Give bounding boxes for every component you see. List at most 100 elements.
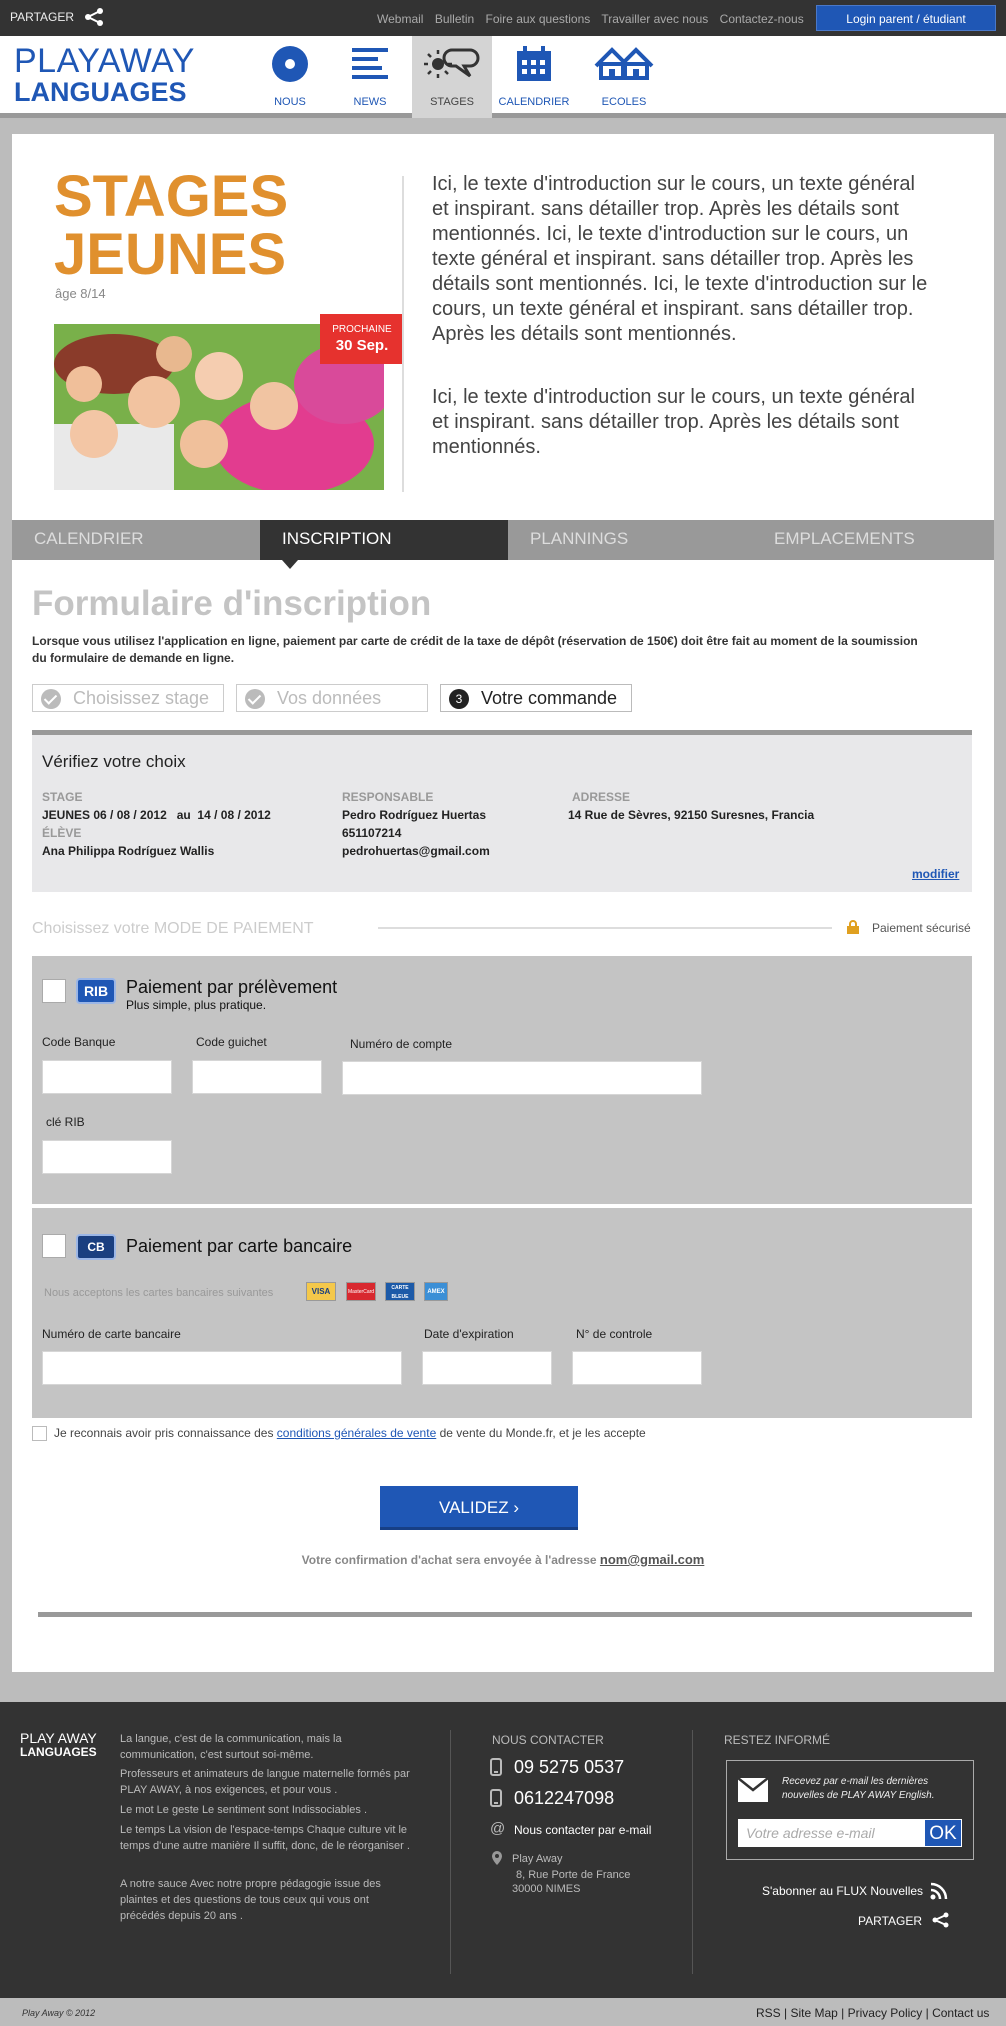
tab-plannings[interactable]: PLANNINGS: [508, 520, 752, 560]
numero-compte-label: Numéro de compte: [350, 1037, 453, 1051]
login-button[interactable]: Login parent / étudiant: [816, 5, 996, 31]
rss-icon[interactable]: [930, 1882, 948, 1900]
newsletter-ok-button[interactable]: OK: [924, 1819, 962, 1847]
footer-paragraph: La langue, c'est de la communication, ma…: [120, 1733, 342, 1761]
step-choose-stage[interactable]: Choisissez stage: [32, 684, 224, 712]
desc-text: Lorsque vous utilisez l'application en l…: [32, 634, 562, 648]
footer-share-link[interactable]: PARTAGER: [858, 1914, 922, 1928]
confirm-email: nom@gmail.com: [599, 1552, 705, 1567]
next-date-badge: PROCHAINE 30 Sep.: [320, 314, 404, 364]
step-label: Vos données: [277, 688, 382, 708]
info-title: RESTEZ INFORMÉ: [724, 1733, 831, 1747]
cb-logo: CB: [76, 1234, 116, 1260]
circle-dot-icon: [272, 46, 308, 82]
carte-bleue-icon: CARTE BLEUE: [385, 1282, 415, 1301]
responsable-label: RESPONSABLE: [342, 790, 434, 804]
step-label: Choisissez stage: [73, 688, 210, 708]
lock-icon: [847, 920, 859, 934]
responsable-phone: 651107214: [342, 826, 402, 840]
cgv-link[interactable]: conditions générales de vente: [277, 1426, 436, 1440]
mastercard-icon: MasterCard: [346, 1282, 376, 1301]
newsletter-email-input[interactable]: Votre adresse e-mail: [738, 1819, 924, 1847]
expiry-label: Date d'expiration: [424, 1327, 514, 1341]
footer-logo-line-2: LANGUAGES: [20, 1745, 97, 1759]
footer-logo-line-1: PLAY AWAY: [20, 1730, 97, 1746]
payment-title: Choisissez votre MODE DE PAIEMENT: [32, 920, 314, 937]
nav-calendrier[interactable]: CALENDRIER: [494, 36, 574, 118]
expiry-input[interactable]: [422, 1351, 552, 1385]
step-vos-donnees[interactable]: Vos données: [236, 684, 428, 712]
confirm-text: Votre confirmation d'achat sera envoyée …: [301, 1553, 600, 1567]
modifier-link[interactable]: modifier: [912, 867, 959, 881]
news-lines-icon: [352, 48, 388, 79]
step-votre-commande[interactable]: 3 Votre commande: [440, 684, 632, 712]
footer-paragraph: Le temps La vision de l'espace-temps Cha…: [120, 1824, 410, 1852]
nav-label: ECOLES: [601, 96, 647, 108]
badge-date: 30 Sep.: [335, 337, 389, 354]
rib-checkbox[interactable]: [42, 979, 66, 1003]
link-webmail[interactable]: Webmail: [377, 12, 423, 26]
cgv-after: de vente du Monde.fr, et je les accepte: [436, 1426, 646, 1440]
divider: [378, 927, 832, 929]
share-label: PARTAGER: [10, 10, 75, 24]
nav-label: CALENDRIER: [498, 96, 570, 108]
amex-icon: AMEX: [424, 1282, 448, 1301]
cle-rib-input[interactable]: [42, 1140, 172, 1174]
desc-bold: réservation de 150€): [561, 634, 678, 648]
card-number-input[interactable]: [42, 1351, 402, 1385]
nav-nous[interactable]: NOUS: [250, 36, 330, 118]
numero-compte-input[interactable]: [342, 1061, 702, 1095]
tab-emplacements[interactable]: EMPLACEMENTS: [752, 520, 994, 560]
nav-stages[interactable]: STAGES: [412, 36, 492, 118]
address-street: 8, Rue Porte de France: [516, 1869, 631, 1881]
visa-icon: VISA: [306, 1282, 336, 1301]
responsable-name: Pedro Rodríguez Huertas: [342, 808, 487, 822]
phone-2[interactable]: 0612247098: [514, 1788, 614, 1809]
control-input[interactable]: [572, 1351, 702, 1385]
envelope-icon: [738, 1778, 768, 1802]
cgv-checkbox[interactable]: [32, 1426, 47, 1441]
rib-title: Paiement par prélèvement: [126, 977, 338, 997]
logo-line-2[interactable]: LANGUAGES: [14, 77, 187, 108]
intro-paragraph-2: Ici, le texte d'introduction sur le cour…: [432, 386, 915, 458]
page-title-line-1: STAGES: [54, 164, 289, 229]
contact-title: NOUS CONTACTER: [492, 1733, 604, 1747]
cb-accept-text: Nous acceptons les cartes bancaires suiv…: [44, 1287, 274, 1299]
responsable-email: pedrohuertas@gmail.com: [342, 844, 490, 858]
share-icon[interactable]: [932, 1912, 950, 1928]
nav-label: STAGES: [430, 96, 474, 108]
link-contact[interactable]: Contactez-nous: [720, 12, 804, 26]
phone-1[interactable]: 09 5275 0537: [514, 1757, 624, 1778]
copyright: Play Away © 2012: [22, 2008, 96, 2018]
code-guichet-label: Code guichet: [196, 1035, 267, 1049]
tab-inscription[interactable]: INSCRIPTION: [260, 520, 508, 569]
nav-ecoles[interactable]: ECOLES: [584, 36, 664, 118]
page-title-line-2: JEUNES: [54, 222, 287, 287]
nav-label: NEWS: [353, 96, 387, 108]
tab-calendrier[interactable]: CALENDRIER: [12, 520, 260, 560]
logo-line-1[interactable]: PLAYAWAY: [14, 42, 195, 81]
email-contact-link[interactable]: Nous contacter par e-mail: [514, 1823, 651, 1837]
bottom-links[interactable]: RSS | Site Map | Privacy Policy | Contac…: [756, 2006, 989, 2020]
link-faq[interactable]: Foire aux questions: [486, 12, 591, 26]
link-bulletin[interactable]: Bulletin: [435, 12, 474, 26]
rss-subscribe-link[interactable]: S'abonner au FLUX Nouvelles: [762, 1884, 923, 1898]
cb-checkbox[interactable]: [42, 1234, 66, 1258]
age-range: âge 8/14: [55, 286, 106, 301]
code-banque-input[interactable]: [42, 1060, 172, 1094]
verify-title: Vérifiez votre choix: [42, 752, 186, 771]
phone-icon: [490, 1758, 502, 1776]
nav-news[interactable]: NEWS: [330, 36, 410, 118]
card-number-label: Numéro de carte bancaire: [42, 1327, 181, 1341]
share-link[interactable]: PARTAGER: [10, 8, 103, 26]
link-jobs[interactable]: Travailler avec nous: [601, 12, 708, 26]
rib-subtitle: Plus simple, plus pratique.: [126, 998, 267, 1012]
stage-value: JEUNES 06 / 08 / 2012 au 14 / 08 / 2012: [42, 808, 271, 822]
footer-divider: [450, 1730, 451, 1974]
divider: [38, 1612, 972, 1617]
code-guichet-input[interactable]: [192, 1060, 322, 1094]
footer-divider: [692, 1730, 693, 1974]
validez-button[interactable]: VALIDEZ ›: [380, 1486, 578, 1530]
check-icon: [41, 689, 61, 709]
form-description: Lorsque vous utilisez l'application en l…: [32, 633, 932, 667]
